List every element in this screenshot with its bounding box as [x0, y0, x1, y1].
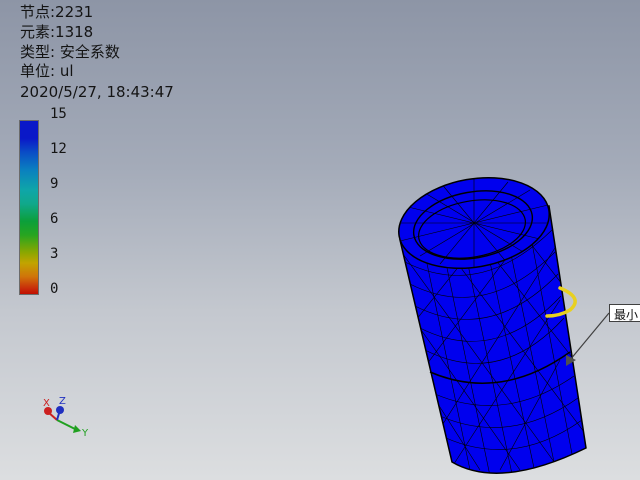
x-axis-label: X — [43, 398, 50, 409]
min-value-callout[interactable]: 最小 — [609, 304, 640, 322]
axis-triad[interactable]: X Z Y — [43, 396, 89, 439]
z-axis-label: Z — [59, 396, 66, 407]
viewport-3d[interactable]: X Z Y — [0, 0, 640, 480]
y-axis-label: Y — [81, 428, 89, 439]
callout-label: 最小 — [614, 308, 639, 322]
meshed-part[interactable] — [392, 166, 590, 476]
z-axis-icon — [56, 406, 64, 414]
